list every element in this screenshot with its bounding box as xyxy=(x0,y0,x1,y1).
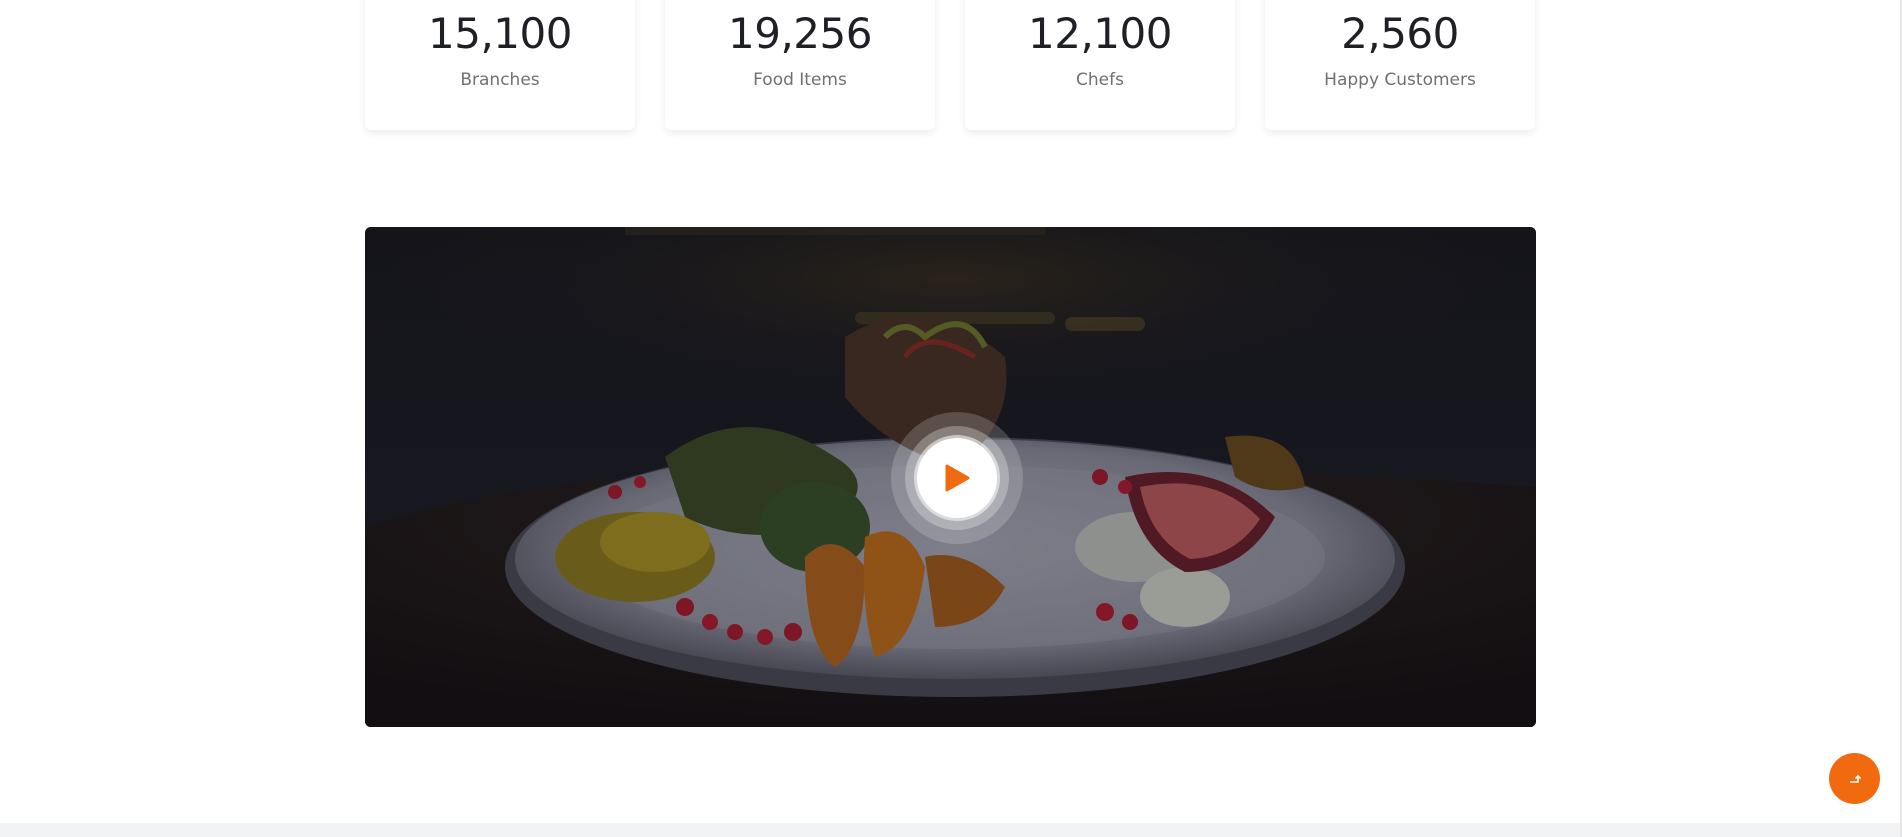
stat-card-chefs: 12,100 Chefs xyxy=(965,0,1235,130)
stat-value: 19,256 xyxy=(728,9,872,58)
play-icon xyxy=(945,464,970,492)
video-banner xyxy=(365,227,1536,727)
stat-card-branches: 15,100 Branches xyxy=(365,0,635,130)
stat-value: 2,560 xyxy=(1341,9,1459,58)
back-to-top-button[interactable] xyxy=(1829,753,1880,804)
play-video-button[interactable] xyxy=(917,438,997,518)
arrow-up-icon xyxy=(1849,774,1861,783)
stat-value: 15,100 xyxy=(428,9,572,58)
stat-label: Happy Customers xyxy=(1324,70,1476,90)
stat-card-happy-customers: 2,560 Happy Customers xyxy=(1265,0,1535,130)
footer-strip xyxy=(0,823,1900,837)
stat-label: Chefs xyxy=(1076,70,1124,90)
stats-row: 15,100 Branches 19,256 Food Items 12,100… xyxy=(365,0,1535,130)
stat-label: Branches xyxy=(460,70,540,90)
stat-label: Food Items xyxy=(753,70,847,90)
stat-value: 12,100 xyxy=(1028,9,1172,58)
stat-card-food-items: 19,256 Food Items xyxy=(665,0,935,130)
